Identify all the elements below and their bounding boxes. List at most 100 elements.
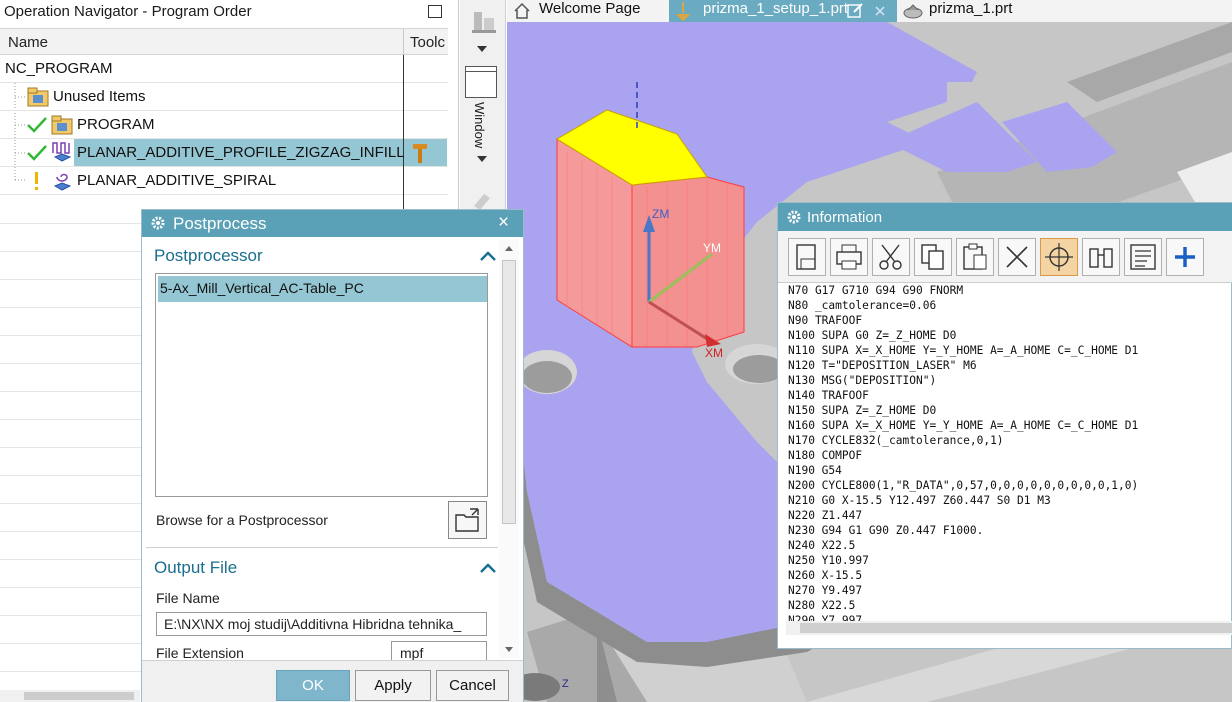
information-horizontal-scrollbar[interactable] bbox=[786, 621, 1232, 635]
part-file-icon bbox=[675, 2, 691, 21]
information-line: N290 Y7.997 bbox=[788, 614, 863, 621]
chevron-up-icon[interactable] bbox=[479, 562, 497, 574]
chevron-up-icon[interactable] bbox=[479, 250, 497, 262]
chevron-down-icon[interactable] bbox=[476, 154, 488, 164]
navigator-horizontal-scrollbar[interactable] bbox=[0, 690, 140, 702]
information-line: N140 TRAFOOF bbox=[788, 389, 869, 402]
part-file-icon bbox=[903, 4, 923, 19]
information-line: N190 G54 bbox=[788, 464, 842, 477]
postprocessor-section-header[interactable]: Postprocessor bbox=[146, 243, 496, 269]
information-line: N160 SUPA X=_X_HOME Y=_Y_HOME A=_A_HOME … bbox=[788, 419, 1139, 432]
check-icon bbox=[27, 145, 47, 161]
column-header-name[interactable]: Name bbox=[8, 34, 48, 51]
file-extension-label: File Extension bbox=[156, 645, 244, 661]
information-line: N280 X22.5 bbox=[788, 599, 856, 612]
information-line: N220 Z1.447 bbox=[788, 509, 863, 522]
add-button[interactable] bbox=[1166, 238, 1204, 276]
information-line: N170 CYCLE832(_camtolerance,0,1) bbox=[788, 434, 1004, 447]
gear-icon bbox=[151, 216, 165, 230]
plus-icon bbox=[1175, 247, 1195, 267]
information-titlebar[interactable]: Information bbox=[778, 203, 1232, 231]
information-line: N240 X22.5 bbox=[788, 539, 856, 552]
information-title: Information bbox=[807, 209, 883, 226]
information-line: N80 _camtolerance=0.06 bbox=[788, 299, 937, 312]
postprocessor-list-item[interactable]: 5-Ax_Mill_Vertical_AC-Table_PC bbox=[158, 276, 487, 302]
copy-button[interactable] bbox=[914, 238, 952, 276]
postprocess-titlebar[interactable]: Postprocess × bbox=[142, 210, 523, 237]
save-icon bbox=[796, 244, 816, 270]
tool-icon[interactable] bbox=[470, 188, 498, 210]
home-icon bbox=[514, 2, 530, 19]
close-tab-icon[interactable] bbox=[874, 5, 886, 17]
information-line: N90 TRAFOOF bbox=[788, 314, 863, 327]
postprocessor-list[interactable]: 5-Ax_Mill_Vertical_AC-Table_PC bbox=[155, 273, 488, 497]
information-line: N70 G17 G710 G94 G90 FNORM bbox=[788, 284, 964, 297]
information-line: N200 CYCLE800(1,"R_DATA",0,57,0,0,0,0,0,… bbox=[788, 479, 1139, 492]
information-toolbar bbox=[778, 231, 1232, 283]
information-text-area[interactable]: N70 G17 G710 G94 G90 FNORM N80 _camtolera… bbox=[788, 283, 1228, 621]
zigzag-operation-icon bbox=[52, 142, 72, 162]
binoculars-icon bbox=[1089, 248, 1113, 268]
wrap-text-icon bbox=[1130, 244, 1156, 270]
tab-welcome-page[interactable]: Welcome Page bbox=[507, 0, 667, 22]
information-line: N150 SUPA Z=_Z_HOME D0 bbox=[788, 404, 937, 417]
information-line: N210 G0 X-15.5 Y12.497 Z60.447 S0 D1 M3 bbox=[788, 494, 1051, 507]
postprocess-scrollbar[interactable] bbox=[499, 240, 519, 658]
paste-icon bbox=[963, 243, 987, 270]
warning-icon bbox=[35, 172, 38, 190]
browse-postprocessor-label: Browse for a Postprocessor bbox=[156, 512, 328, 528]
printer-icon bbox=[836, 244, 862, 270]
gear-icon bbox=[787, 210, 801, 224]
delete-button[interactable] bbox=[998, 238, 1036, 276]
cut-button[interactable] bbox=[872, 238, 910, 276]
paste-button[interactable] bbox=[956, 238, 994, 276]
information-line: N130 MSG("DEPOSITION") bbox=[788, 374, 937, 387]
postprocess-dialog: Postprocess × Postprocessor 5-Ax_Mill_Ve… bbox=[141, 209, 524, 702]
output-file-section-header[interactable]: Output File bbox=[146, 555, 496, 581]
ym-axis-label: YM bbox=[703, 241, 721, 255]
information-line: N110 SUPA X=_X_HOME Y=_Y_HOME A=_A_HOME … bbox=[788, 344, 1139, 357]
information-line: N270 Y9.497 bbox=[788, 584, 863, 597]
window-label: Window bbox=[472, 102, 487, 149]
spiral-operation-icon bbox=[53, 173, 72, 191]
print-button[interactable] bbox=[830, 238, 868, 276]
folder-icon bbox=[27, 87, 49, 107]
crosshair-icon bbox=[1045, 243, 1073, 271]
maximize-icon[interactable] bbox=[428, 5, 442, 18]
edit-icon[interactable] bbox=[847, 2, 865, 19]
find-button[interactable] bbox=[1082, 238, 1120, 276]
chevron-down-icon[interactable] bbox=[476, 44, 488, 54]
navigator-title: Operation Navigator - Program Order bbox=[4, 3, 252, 20]
tool-holder-icon bbox=[413, 144, 427, 163]
tree-row-nc-program[interactable]: NC_PROGRAM bbox=[0, 55, 448, 83]
browse-postprocessor-button[interactable] bbox=[448, 501, 487, 539]
folder-icon bbox=[51, 115, 73, 135]
scroll-down-icon[interactable] bbox=[504, 646, 514, 654]
navigator-column-headers: Name Toolc bbox=[0, 28, 448, 56]
information-line: N120 T="DEPOSITION_LASER" M6 bbox=[788, 359, 977, 372]
column-header-tool[interactable]: Toolc bbox=[410, 34, 445, 51]
word-wrap-button[interactable] bbox=[1124, 238, 1162, 276]
tree-row-planar-additive-spiral[interactable]: PLANAR_ADDITIVE_SPIRAL bbox=[0, 167, 448, 195]
apply-button[interactable]: Apply bbox=[355, 670, 431, 701]
postprocess-title: Postprocess bbox=[173, 214, 267, 233]
cancel-button[interactable]: Cancel bbox=[436, 670, 509, 701]
file-name-field[interactable]: E:\NX\NX moj studij\Additivna Hibridna t… bbox=[156, 612, 487, 636]
scroll-up-icon[interactable] bbox=[504, 244, 514, 252]
tree-row-program[interactable]: PROGRAM bbox=[0, 111, 448, 139]
save-button[interactable] bbox=[788, 238, 826, 276]
machine-tool-icon[interactable] bbox=[470, 8, 498, 36]
information-line: N260 X-15.5 bbox=[788, 569, 863, 582]
tab-prizma-1-setup-1[interactable]: prizma_1_setup_1.prt bbox=[669, 0, 897, 22]
scrollbar-thumb[interactable] bbox=[502, 260, 516, 524]
tree-row-unused-items[interactable]: Unused Items bbox=[0, 83, 448, 111]
close-icon[interactable]: × bbox=[498, 212, 509, 234]
information-line: N250 Y10.997 bbox=[788, 554, 869, 567]
xm-axis-label: XM bbox=[705, 346, 723, 360]
window-button[interactable] bbox=[465, 66, 497, 98]
ok-button[interactable]: OK bbox=[276, 670, 350, 701]
tree-row-planar-additive-profile-zigzag-infill[interactable]: PLANAR_ADDITIVE_PROFILE_ZIGZAG_INFILL bbox=[0, 139, 448, 167]
information-line: N180 COMPOF bbox=[788, 449, 863, 462]
target-button[interactable] bbox=[1040, 238, 1078, 276]
tab-prizma-1[interactable]: prizma_1.prt bbox=[899, 0, 1039, 22]
